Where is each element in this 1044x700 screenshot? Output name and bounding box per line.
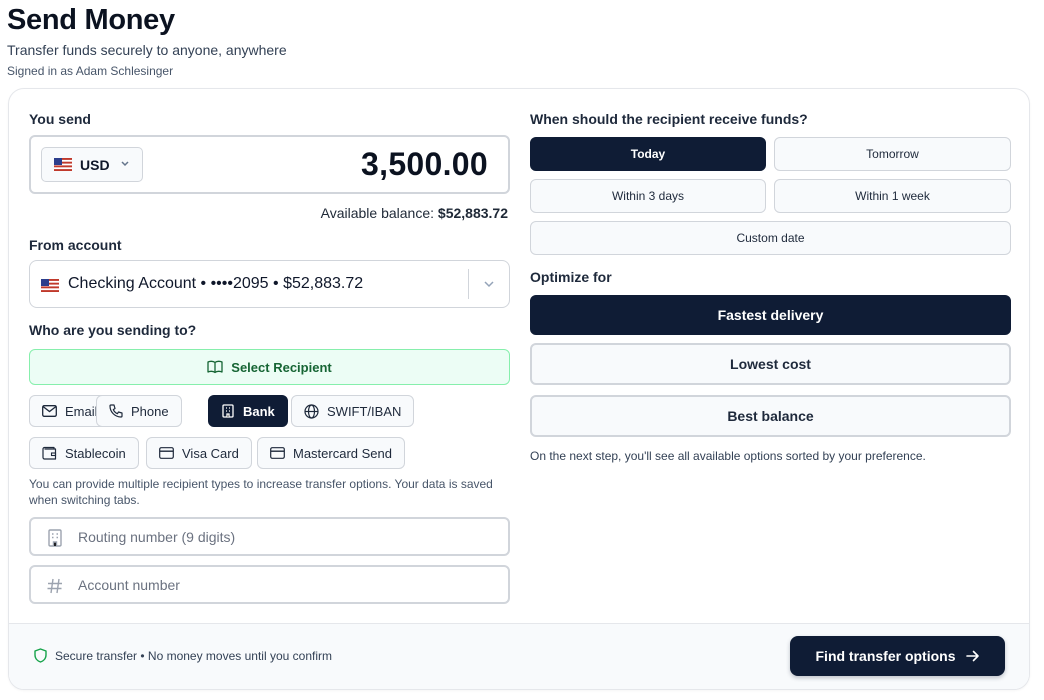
- account-number-input[interactable]: [78, 575, 478, 595]
- account-selected: Checking Account • ••••2095 • $52,883.72: [68, 275, 364, 292]
- recipient-type-label: Bank: [243, 403, 275, 419]
- mail-icon: [42, 405, 57, 417]
- optimize-fastest[interactable]: Fastest delivery: [530, 295, 1011, 335]
- amount-box[interactable]: USD 3,500.00: [29, 135, 510, 194]
- recipient-type-visa[interactable]: Visa Card: [146, 437, 252, 469]
- cta-label: Find transfer options: [815, 648, 956, 664]
- delivery-option-today[interactable]: Today: [530, 137, 766, 171]
- you-send-label: You send: [29, 111, 91, 127]
- balance-label: Available balance:: [320, 205, 435, 221]
- currency-select[interactable]: USD: [41, 147, 143, 182]
- select-divider: [468, 269, 469, 299]
- secure-transfer-note: Secure transfer • No money moves until y…: [34, 648, 332, 663]
- currency-code: USD: [80, 156, 110, 173]
- secure-transfer-text: Secure transfer • No money moves until y…: [55, 648, 332, 663]
- chevron-down-icon[interactable]: [482, 277, 496, 291]
- recipient-type-swift[interactable]: SWIFT/IBAN: [291, 395, 415, 427]
- find-transfer-options-button[interactable]: Find transfer options: [790, 636, 1005, 676]
- optimize-best-balance[interactable]: Best balance: [530, 395, 1011, 437]
- building-icon: [48, 529, 62, 547]
- page-subtitle: Transfer funds securely to anyone, anywh…: [7, 42, 287, 58]
- recipient-hint: You can provide multiple recipient types…: [29, 477, 493, 507]
- routing-number-field[interactable]: [29, 517, 510, 556]
- routing-number-input[interactable]: [78, 527, 478, 547]
- book-open-icon: [207, 360, 223, 374]
- page-header: Send Money Transfer funds securely to an…: [7, 2, 287, 78]
- delivery-option-tomorrow[interactable]: Tomorrow: [774, 137, 1011, 171]
- shield-icon: [34, 648, 47, 663]
- card-icon: [270, 447, 285, 459]
- recipient-type-mastercard[interactable]: Mastercard Send: [257, 437, 405, 469]
- recipient-type-label: Visa Card: [182, 445, 239, 461]
- recipient-label: Who are you sending to?: [29, 322, 197, 338]
- account-select[interactable]: Checking Account • ••••2095 • $52,883.72: [29, 260, 510, 308]
- recipient-type-label: Mastercard Send: [293, 445, 392, 461]
- chevron-down-icon: [121, 161, 129, 167]
- optimize-label: Optimize for: [530, 269, 612, 285]
- delivery-option-1-week[interactable]: Within 1 week: [774, 179, 1011, 213]
- select-recipient-button[interactable]: Select Recipient: [29, 349, 510, 385]
- hash-icon: [47, 578, 62, 594]
- phone-icon: [109, 404, 123, 418]
- globe-icon: [304, 403, 319, 419]
- recipient-type-bank[interactable]: Bank: [208, 395, 288, 427]
- amount-input[interactable]: 3,500.00: [361, 146, 488, 183]
- delivery-label: When should the recipient receive funds?: [530, 111, 808, 127]
- from-account-label: From account: [29, 237, 122, 253]
- us-flag-icon: [41, 279, 59, 292]
- recipient-type-label: Email: [65, 403, 98, 419]
- optimize-lowest-cost[interactable]: Lowest cost: [530, 343, 1011, 385]
- recipient-type-phone[interactable]: Phone: [96, 395, 182, 427]
- us-flag-icon: [54, 158, 72, 171]
- signed-in-text: Signed in as Adam Schlesinger: [7, 64, 174, 78]
- recipient-type-label: SWIFT/IBAN: [327, 403, 402, 419]
- recipient-type-label: Phone: [131, 403, 169, 419]
- transfer-card: You send USD 3,500.00 Available balance:…: [8, 88, 1030, 690]
- page-title: Send Money: [7, 4, 175, 36]
- optimize-note: On the next step, you'll see all availab…: [530, 449, 926, 463]
- card-icon: [159, 447, 174, 459]
- arrow-right-icon: [965, 650, 979, 662]
- available-balance: Available balance: $52,883.72: [321, 205, 508, 221]
- delivery-option-custom[interactable]: Custom date: [530, 221, 1011, 255]
- building-icon: [222, 404, 234, 418]
- wallet-icon: [42, 446, 57, 460]
- card-footer: Secure transfer • No money moves until y…: [9, 623, 1029, 689]
- select-recipient-label: Select Recipient: [231, 359, 332, 375]
- delivery-option-3-days[interactable]: Within 3 days: [530, 179, 766, 213]
- recipient-type-label: Stablecoin: [65, 445, 126, 461]
- recipient-type-stablecoin[interactable]: Stablecoin: [29, 437, 139, 469]
- balance-value: $52,883.72: [437, 205, 508, 221]
- account-number-field[interactable]: [29, 565, 510, 604]
